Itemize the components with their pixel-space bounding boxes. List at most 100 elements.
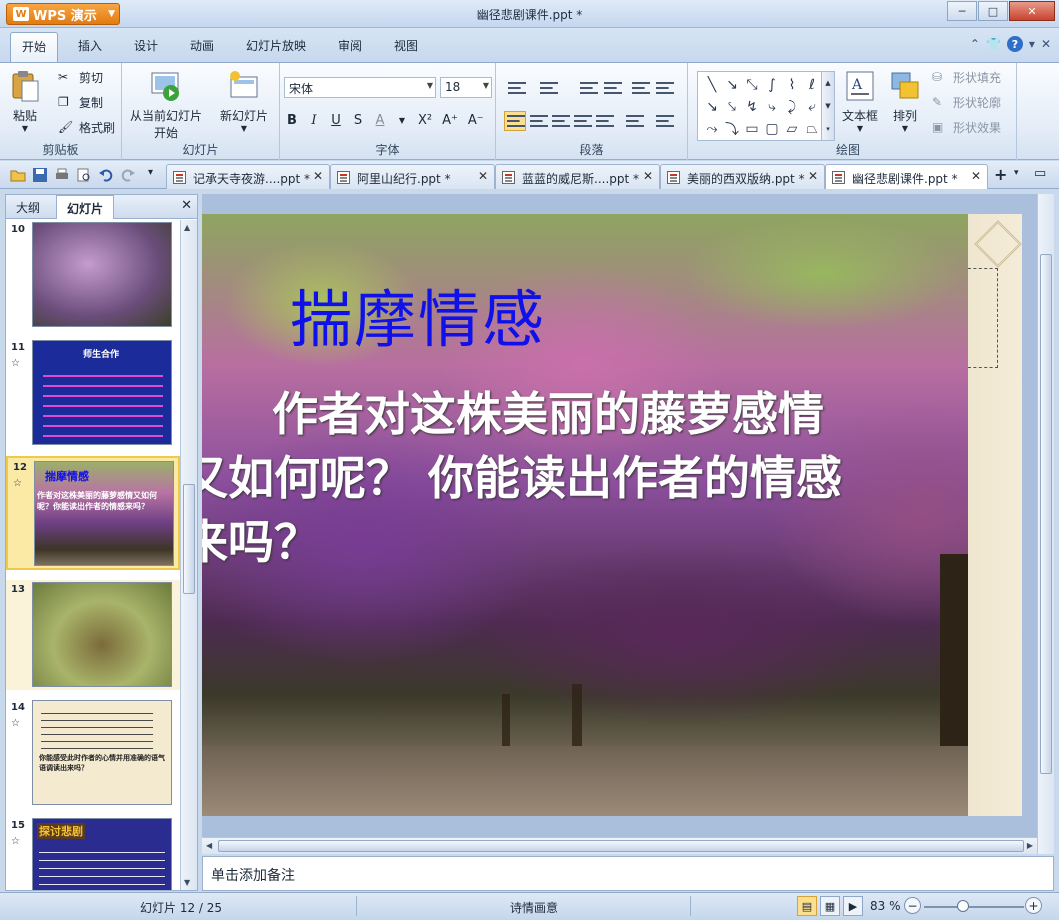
normal-view-button[interactable]: ▤ [797,896,817,916]
zoom-slider[interactable] [924,906,1024,908]
zoom-out-button[interactable]: − [904,897,921,914]
curved-arrow-icon[interactable]: ⤳ [702,118,722,140]
slideshow-view-button[interactable]: ▶ [843,896,863,916]
trapezoid-shape-icon[interactable]: ⏢ [802,118,822,140]
text-align-icon[interactable] [656,114,674,128]
format-painter-button[interactable]: 🖌 格式刷 [58,119,115,136]
decrease-indent-icon[interactable] [580,81,598,95]
slide-title[interactable]: 揣摩情感 [290,269,546,359]
copy-button[interactable]: ❐ 复制 [58,94,103,111]
arrange-button[interactable]: 排列 ▼ [888,69,922,133]
close-window-button[interactable]: ✕ [1009,1,1055,21]
scribble-shape-icon[interactable]: ℓ [802,74,822,96]
ribbon-overflow[interactable] [1016,63,1059,160]
doc-tab[interactable]: 蓝蓝的威尼斯....ppt * ✕ [495,164,660,189]
chevron-down-icon[interactable]: ▼ [396,116,408,125]
grow-font-button[interactable]: A⁺ [442,113,458,128]
line-shape-icon[interactable]: ╲ [702,74,722,96]
curved-connector-icon[interactable]: ⤶ [802,96,822,118]
justify-icon[interactable] [574,114,592,128]
elbow-arrow-icon[interactable]: ⤷ [762,96,782,118]
textbox-button[interactable]: A 文本框 ▼ [842,69,878,133]
skin-icon[interactable]: 👕 [986,37,1001,51]
superscript-button[interactable]: X² [418,113,432,128]
parallelogram-shape-icon[interactable]: ▱ [782,118,802,140]
italic-button[interactable]: I [308,113,320,128]
slide-canvas[interactable]: 揣摩情感 作者对这株美丽的藤萝感情 又如何呢？ 你能读出作者的情感 来吗？ [202,214,1022,816]
gallery-scroll[interactable]: ▲ ▼ ▾ [821,72,834,140]
connector-shape-icon[interactable]: ↘ [702,96,722,118]
notes-pane[interactable]: 单击添加备注 [202,856,1054,891]
scroll-down-icon[interactable]: ▼ [184,878,190,887]
chevron-up-icon[interactable]: ▲ [825,79,830,87]
elbow-double-icon[interactable]: ⤸ [782,96,802,118]
close-pane-icon[interactable]: ✕ [181,198,192,213]
curve-shape-icon[interactable]: ∫ [762,74,782,96]
close-document-icon[interactable]: ✕ [1041,37,1051,51]
shape-outline-button[interactable]: ✎ 形状轮廓 [932,94,1001,111]
scrollbar-thumb[interactable] [183,484,195,594]
paste-button[interactable]: 粘贴 ▼ [8,69,42,133]
doc-tab[interactable]: 美丽的西双版纳.ppt * ✕ [660,164,825,189]
scroll-left-icon[interactable]: ◀ [206,841,212,850]
help-dropdown-icon[interactable]: ▾ [1029,37,1035,51]
text-direction-icon[interactable] [656,81,674,95]
slide-thumb-14[interactable]: 14 ☆ 你能感受此时作者的心情并用准确的语气语调读出来吗？ [6,698,180,808]
window-layout-icon[interactable]: ▭ [1034,166,1046,181]
editor-vertical-scrollbar[interactable] [1037,194,1054,854]
distributed-icon[interactable] [596,114,614,128]
numbered-list-icon[interactable] [540,81,558,95]
line-spacing-icon[interactable] [632,81,650,95]
elbow-connector-icon[interactable]: ↯ [742,96,762,118]
align-center-icon[interactable] [530,114,548,128]
shape-fill-button[interactable]: ⛁ 形状填充 [932,69,1001,86]
doc-tab-active[interactable]: 幽径悲剧课件.ppt * ✕ [825,164,988,189]
rectangle-shape-icon[interactable]: ▭ [742,118,762,140]
align-left-button[interactable] [504,111,526,131]
thumbnails-scrollbar[interactable]: ▲ ▼ [180,220,197,890]
curved-double-icon[interactable]: ⤵ [722,118,742,140]
strikethrough-button[interactable]: S [352,113,364,128]
scroll-up-icon[interactable]: ▲ [184,223,190,232]
tab-insert[interactable]: 插入 [78,37,102,54]
tab-view[interactable]: 视图 [394,37,418,54]
arrow-shape-icon[interactable]: ↘ [722,74,742,96]
scroll-right-icon[interactable]: ▶ [1027,841,1033,850]
close-tab-icon[interactable]: ✕ [643,169,653,183]
slide-thumb-15[interactable]: 15 ☆ 探讨悲剧 [6,816,180,890]
paragraph-spacing-icon[interactable] [626,114,644,128]
connector-arrow-icon[interactable]: ⤥ [722,96,742,118]
minimize-button[interactable]: ─ [947,1,977,21]
collapse-ribbon-icon[interactable]: ⌃ [970,37,980,51]
doc-tab[interactable]: 阿里山纪行.ppt * ✕ [330,164,495,189]
rounded-rect-shape-icon[interactable]: ▢ [762,118,782,140]
editor-horizontal-scrollbar[interactable]: ◀ ▶ [202,837,1037,854]
scrollbar-thumb[interactable] [218,840,1024,852]
tab-design[interactable]: 设计 [134,37,158,54]
tab-slides[interactable]: 幻灯片 [56,195,115,219]
print-icon[interactable] [54,167,70,183]
slide-thumb-10[interactable]: 10 [6,220,180,330]
undo-icon[interactable] [98,167,114,183]
slide-thumb-12[interactable]: 12 ☆ 揣摩情感 作者对这株美丽的藤萝感情又如何呢？你能读出作者的情感来吗？ [6,456,180,570]
zoom-slider-handle[interactable] [957,900,969,912]
save-icon[interactable] [32,167,48,183]
tab-review[interactable]: 审阅 [338,37,362,54]
tab-outline[interactable]: 大纲 [16,199,40,216]
shapes-gallery[interactable]: ╲ ↘ ⤡ ∫ ⌇ ℓ ↘ ⤥ ↯ ⤷ ⤸ ⤶ ⤳ ⤵ ▭ ▢ ▱ ⏢ ▲ ▼ … [697,71,835,141]
slide-thumb-13[interactable]: 13 [6,580,180,690]
cut-button[interactable]: ✂ 剪切 [58,69,103,86]
play-from-current-button[interactable]: 从当前幻灯片 开始 [130,69,202,141]
chevron-down-icon[interactable]: ▼ [825,102,830,110]
scrollbar-thumb[interactable] [1040,254,1052,774]
shape-effect-button[interactable]: ▣ 形状效果 [932,119,1001,136]
gallery-expand-icon[interactable]: ▾ [826,125,830,133]
redo-icon[interactable] [120,167,136,183]
tab-animation[interactable]: 动画 [190,37,214,54]
new-tab-icon[interactable]: + [994,165,1007,184]
increase-indent-icon[interactable] [604,81,622,95]
bold-button[interactable]: B [286,113,298,128]
font-color-button[interactable]: A [374,113,386,128]
customize-toolbar-icon[interactable]: ▾ [148,167,164,183]
close-tab-icon[interactable]: ✕ [478,169,488,183]
